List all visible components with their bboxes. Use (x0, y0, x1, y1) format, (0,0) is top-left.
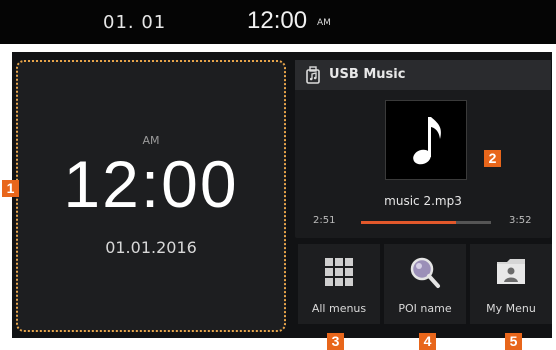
status-bar: 01. 01 12:00 AM (0, 0, 556, 44)
status-time: 12:00 (247, 7, 308, 34)
my-menu-label: My Menu (486, 302, 536, 315)
callout-badge-4: 4 (419, 333, 436, 350)
folder-user-icon (497, 259, 525, 284)
magnifier-icon (410, 257, 440, 288)
status-ampm: AM (317, 18, 331, 28)
callout-badge-3: 3 (327, 333, 344, 350)
track-name: music 2.mp3 (384, 194, 462, 208)
music-header: USB Music (295, 60, 551, 90)
clock-date: 01.01.2016 (105, 238, 197, 257)
all-menus-button[interactable]: All menus (298, 244, 380, 324)
callout-badge-1: 1 (2, 180, 19, 197)
grid-icon (325, 258, 353, 286)
my-menu-button[interactable]: My Menu (470, 244, 552, 324)
album-art (385, 100, 467, 180)
clock-widget[interactable]: AM 12:00 01.01.2016 (16, 60, 286, 332)
callout-badge-2: 2 (484, 150, 501, 167)
usb-music-icon (306, 66, 320, 84)
total-time: 3:52 (509, 215, 532, 226)
progress-bar[interactable] (361, 221, 491, 224)
progress-fill (361, 221, 456, 224)
callout-badge-5: 5 (505, 333, 522, 350)
elapsed-time: 2:51 (313, 215, 336, 226)
status-date: 01. 01 (103, 12, 167, 33)
usb-music-widget[interactable]: USB Music music 2.mp3 2:51 3:52 (295, 60, 551, 238)
poi-name-label: POI name (398, 302, 452, 315)
music-source-label: USB Music (329, 67, 406, 82)
poi-name-button[interactable]: POI name (384, 244, 466, 324)
music-note-icon (413, 117, 441, 165)
clock-time: 12:00 (63, 147, 239, 221)
all-menus-label: All menus (311, 302, 367, 315)
